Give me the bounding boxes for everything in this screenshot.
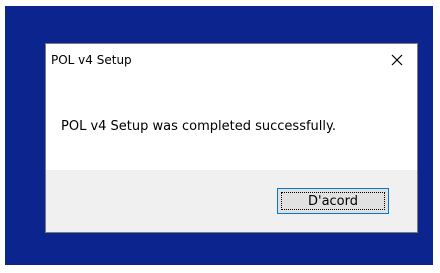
dialog-titlebar[interactable]: POL v4 Setup <box>46 44 417 75</box>
close-icon <box>391 54 403 65</box>
setup-complete-dialog: POL v4 Setup POL v4 Setup was completed … <box>45 43 418 233</box>
dialog-footer: D'acord <box>46 170 417 232</box>
ok-button-label: D'acord <box>307 193 359 209</box>
dialog-message: POL v4 Setup was completed successfully. <box>61 119 336 134</box>
close-button[interactable] <box>377 44 417 75</box>
dialog-title: POL v4 Setup <box>51 53 132 67</box>
ok-button[interactable]: D'acord <box>277 188 389 214</box>
